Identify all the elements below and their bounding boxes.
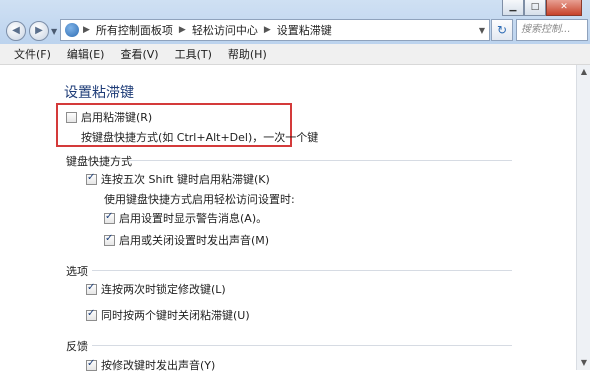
breadcrumb-separator-icon: ▶ — [83, 25, 90, 35]
enable-sticky-keys-label[interactable]: 启用粘滞键(R) — [81, 109, 152, 125]
enable-sticky-keys-description: 按键盘快捷方式(如 Ctrl+Alt+Del)，一次一个键 — [81, 131, 319, 144]
scroll-down-icon[interactable]: ▼ — [579, 358, 589, 368]
scroll-up-icon[interactable]: ▲ — [579, 67, 589, 77]
recent-pages-dropdown[interactable]: ▼ — [51, 27, 57, 36]
back-button[interactable]: ◀ — [6, 21, 26, 41]
beep-modifier-label[interactable]: 按修改键时发出声音(Y) — [101, 357, 215, 373]
maximize-button[interactable]: □ — [524, 0, 546, 16]
forward-button[interactable]: ▶ — [29, 21, 49, 41]
options-heading: 选项 — [66, 265, 88, 278]
keyboard-shortcut-heading: 键盘快捷方式 — [66, 155, 132, 168]
control-panel-icon — [65, 23, 79, 37]
breadcrumb-separator-icon: ▶ — [263, 25, 271, 35]
menu-view[interactable]: 查看(V) — [112, 46, 166, 62]
show-warning-checkbox[interactable] — [104, 211, 115, 224]
minimize-button[interactable]: ▁ — [502, 0, 524, 16]
lock-modifier-label[interactable]: 连按两次时锁定修改键(L) — [101, 281, 226, 297]
make-sound-checkbox[interactable] — [104, 233, 115, 246]
address-dropdown-icon[interactable]: ▼ — [479, 26, 485, 35]
menu-help[interactable]: 帮助(H) — [220, 46, 275, 62]
beep-modifier-checkbox[interactable] — [86, 358, 97, 371]
feedback-heading: 反馈 — [66, 340, 88, 353]
menu-file[interactable]: 文件(F) — [0, 46, 59, 62]
refresh-icon: ↻ — [496, 23, 508, 37]
window-chrome: ▁ □ ✕ ◀ ▶ ▼ ▶ 所有控制面板项 ▶ 轻松访问中心 ▶ 设置粘滞键 ▼… — [0, 0, 590, 44]
search-input[interactable]: 搜索控制... — [516, 19, 588, 41]
chevron-down-icon: ▼ — [51, 27, 58, 36]
breadcrumb-separator-icon: ▶ — [178, 25, 186, 35]
vertical-scrollbar[interactable]: ▲ ▼ — [576, 65, 590, 370]
arrow-left-icon: ◀ — [12, 25, 20, 36]
section-divider — [92, 345, 512, 346]
enable-sticky-keys-option[interactable]: 启用粘滞键(R) — [66, 109, 152, 125]
turn-on-with-shift-checkbox[interactable] — [86, 172, 97, 185]
enable-sticky-keys-checkbox[interactable] — [66, 111, 77, 123]
turn-on-with-shift-label[interactable]: 连按五次 Shift 键时启用粘滞键(K) — [101, 171, 270, 187]
menu-bar: 文件(F) 编辑(E) 查看(V) 工具(T) 帮助(H) — [0, 44, 590, 65]
shortcut-settings-subheading: 使用键盘快捷方式启用轻松访问设置时: — [104, 193, 295, 206]
breadcrumb-all-control-panel-items[interactable]: 所有控制面板项 — [96, 22, 173, 38]
breadcrumb-ease-of-access-center[interactable]: 轻松访问中心 — [192, 22, 258, 38]
show-warning-label[interactable]: 启用设置时显示警告消息(A)。 — [119, 210, 267, 226]
arrow-right-icon: ▶ — [35, 25, 43, 36]
lock-modifier-option[interactable]: 连按两次时锁定修改键(L) — [86, 281, 226, 297]
window-controls: ▁ □ ✕ — [502, 0, 582, 16]
beep-modifier-option[interactable]: 按修改键时发出声音(Y) — [86, 357, 215, 373]
show-warning-option[interactable]: 启用设置时显示警告消息(A)。 — [104, 210, 267, 226]
make-sound-label[interactable]: 启用或关闭设置时发出声音(M) — [119, 232, 269, 248]
turn-on-with-shift-option[interactable]: 连按五次 Shift 键时启用粘滞键(K) — [86, 171, 270, 187]
make-sound-option[interactable]: 启用或关闭设置时发出声音(M) — [104, 232, 269, 248]
menu-tools[interactable]: 工具(T) — [167, 46, 220, 62]
address-bar[interactable]: ▶ 所有控制面板项 ▶ 轻松访问中心 ▶ 设置粘滞键 ▼ — [60, 19, 490, 41]
page-title: 设置粘滞键 — [64, 85, 134, 101]
section-divider — [128, 160, 512, 161]
refresh-button[interactable]: ↻ — [491, 19, 513, 41]
menu-edit[interactable]: 编辑(E) — [59, 46, 113, 62]
turn-off-two-keys-label[interactable]: 同时按两个键时关闭粘滞键(U) — [101, 307, 250, 323]
lock-modifier-checkbox[interactable] — [86, 282, 97, 295]
close-button[interactable]: ✕ — [546, 0, 582, 16]
section-divider — [92, 270, 512, 271]
breadcrumb-sticky-keys[interactable]: 设置粘滞键 — [277, 22, 332, 38]
turn-off-two-keys-option[interactable]: 同时按两个键时关闭粘滞键(U) — [86, 307, 250, 323]
turn-off-two-keys-checkbox[interactable] — [86, 308, 97, 321]
